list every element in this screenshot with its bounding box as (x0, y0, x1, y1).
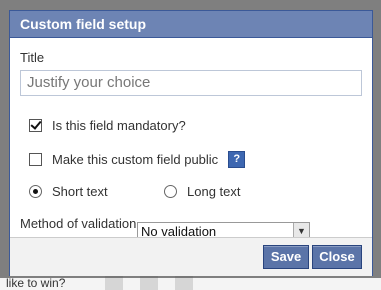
close-button[interactable]: Close (312, 245, 362, 269)
dialog-title: Custom field setup (10, 11, 372, 38)
short-text-radio[interactable] (29, 185, 42, 198)
mandatory-checkbox[interactable] (29, 119, 42, 132)
long-text-radio[interactable] (164, 185, 177, 198)
help-icon[interactable]: ? (228, 151, 246, 168)
long-text-label: Long text (187, 184, 241, 199)
title-input[interactable]: Justify your choice (20, 70, 362, 96)
validation-label: Method of validation (20, 216, 137, 231)
dialog-footer: Save Close (10, 237, 372, 276)
mandatory-label: Is this field mandatory? (52, 118, 186, 133)
long-text-option[interactable]: Long text (164, 184, 241, 199)
mandatory-row[interactable]: Is this field mandatory? (29, 118, 186, 133)
public-label: Make this custom field public (52, 152, 219, 167)
save-button[interactable]: Save (263, 245, 309, 269)
background-text: like to win? (6, 276, 66, 290)
public-row[interactable]: Make this custom field public ? (29, 151, 246, 168)
short-text-option[interactable]: Short text (29, 184, 108, 199)
title-label: Title (20, 50, 45, 65)
dialog-content: Title Justify your choice Is this field … (10, 38, 372, 241)
public-checkbox[interactable] (29, 153, 42, 166)
short-text-label: Short text (52, 184, 108, 199)
custom-field-dialog: Custom field setup Title Justify your ch… (9, 10, 373, 276)
title-input-value: Justify your choice (27, 74, 151, 91)
